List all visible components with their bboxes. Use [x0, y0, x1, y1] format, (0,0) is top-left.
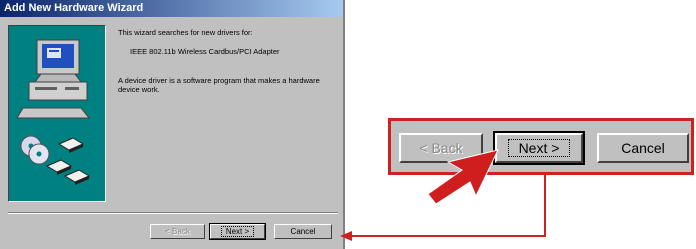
device-name: IEEE 802.11b Wireless Cardbus/PCI Adapte… — [130, 47, 280, 56]
wizard-illustration — [8, 25, 106, 202]
next-button[interactable]: Next > — [209, 223, 266, 240]
computer-icon — [16, 39, 91, 185]
zoomed-next-label: Next > — [507, 139, 571, 157]
window-title: Add New Hardware Wizard — [0, 0, 343, 17]
back-button[interactable]: < Back — [150, 224, 205, 239]
zoomed-back-button[interactable]: < Back — [399, 133, 483, 163]
next-button-label: Next > — [220, 226, 255, 237]
zoomed-cancel-button[interactable]: Cancel — [597, 133, 689, 163]
wizard-window: Add New Hardware Wizard This wizard sear… — [0, 0, 345, 249]
cancel-button[interactable]: Cancel — [274, 224, 332, 239]
tutorial-figure: Add New Hardware Wizard This wizard sear… — [0, 0, 696, 249]
zoomed-button-callout: < Back Next > Cancel — [388, 118, 694, 175]
zoomed-next-button[interactable]: Next > — [493, 131, 585, 165]
connector-line — [352, 175, 546, 237]
intro-text: This wizard searches for new drivers for… — [118, 28, 253, 37]
button-separator — [8, 212, 338, 214]
description-text: A device driver is a software program th… — [118, 76, 320, 94]
wizard-text: This wizard searches for new drivers for… — [118, 28, 338, 104]
